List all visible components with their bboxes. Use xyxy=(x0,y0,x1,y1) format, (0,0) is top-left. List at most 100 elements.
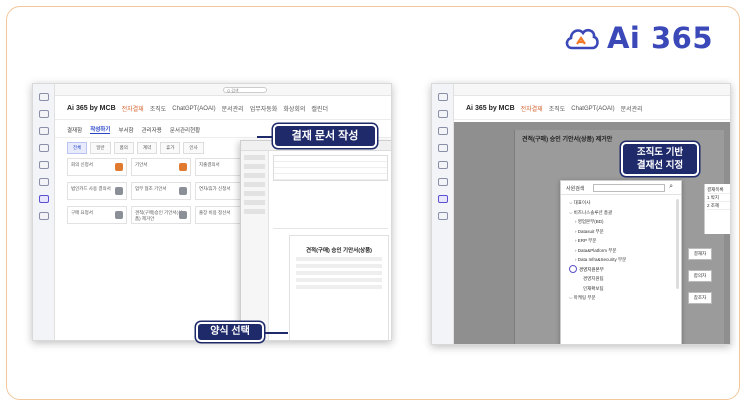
subnav-write[interactable]: 작성하기 xyxy=(90,125,111,134)
search-icon[interactable]: ⌕ xyxy=(669,183,673,191)
org-node[interactable]: ⌵ 마케팅 부문 xyxy=(565,293,677,303)
form-card-label: 연차/휴가 신청서 xyxy=(199,186,231,191)
left-sidebar xyxy=(432,84,454,344)
org-search-input[interactable] xyxy=(593,184,665,192)
mail-icon[interactable] xyxy=(437,110,448,118)
role-buttons: 결재자 합의자 참조자 xyxy=(688,248,712,304)
app-header: Ai 365 by MCB 전자결재 조직도 ChatGPT(AOAI) 문서관… xyxy=(55,98,391,120)
form-icon xyxy=(179,163,187,171)
org-node-selected[interactable]: 경영지원본부 xyxy=(565,265,677,275)
tab-leave[interactable]: 휴가 xyxy=(160,142,181,154)
search-input[interactable]: Q 검색 xyxy=(223,87,267,93)
approval-list-header: 결재목록 xyxy=(707,186,730,194)
nav-chatgpt[interactable]: ChatGPT(AOAI) xyxy=(172,106,215,112)
agreer-button[interactable]: 합의자 xyxy=(688,270,712,282)
apps-icon[interactable] xyxy=(38,212,49,220)
approval-line-table xyxy=(273,155,388,181)
nav-chatgpt[interactable]: ChatGPT(AOAI) xyxy=(571,106,614,112)
nav-automation[interactable]: 업무자동화 xyxy=(250,104,278,113)
document-icon[interactable] xyxy=(38,144,49,152)
editor-toolbar[interactable] xyxy=(273,221,388,229)
org-node[interactable]: ⌵ 비즈니스솔루션 총괄 xyxy=(565,208,677,218)
approval-list: 결재목록 1 박지 2 조혜 xyxy=(704,184,730,234)
form-icon xyxy=(115,211,123,219)
home-icon[interactable] xyxy=(437,93,448,101)
approver-button[interactable]: 결재자 xyxy=(688,248,712,260)
org-tree: ⌵ 대표이사 ⌵ 비즈니스솔루션 총괄 › 영업본부(BD) › Datasui… xyxy=(561,195,681,306)
org-scrollbar[interactable] xyxy=(676,199,679,289)
cloud-icon xyxy=(565,28,599,50)
tab-hr[interactable]: 인사 xyxy=(183,142,204,154)
approval-row[interactable]: 2 조혜 xyxy=(707,202,730,210)
form-card[interactable]: 기안서 xyxy=(131,158,191,176)
board-icon[interactable] xyxy=(437,178,448,186)
org-node[interactable]: › Data&Platform 부문 xyxy=(565,246,677,256)
approval-icon[interactable] xyxy=(437,195,448,203)
form-card-label: 회의 신청서 xyxy=(71,162,93,167)
document-editor-window: 견적(구매) 승인 기안서(상품) xyxy=(240,140,391,340)
org-chart-dialog: 사원검색 ⌕ ⌵ 대표이사 ⌵ 비즈니스솔루션 총괄 › 영업본부(BD) › … xyxy=(560,180,682,344)
org-node[interactable]: › ERP 부문 xyxy=(565,236,677,246)
callout-org-approval-line: 조직도 기반 결재선 지정 xyxy=(621,142,699,176)
form-card[interactable]: 회의 신청서 xyxy=(67,158,127,176)
form-card[interactable]: 법인카드 사용 결의서 xyxy=(67,182,127,200)
callout-write-document: 결재 문서 작성 xyxy=(273,124,377,148)
nav-meeting[interactable]: 화상회의 xyxy=(283,104,305,113)
nav-org[interactable]: 조직도 xyxy=(150,104,167,113)
screenshot-write-document: Q 검색 Ai 365 by MCB 전자결재 조직도 ChatGPT(AOAI… xyxy=(32,83,392,341)
org-node[interactable]: › Data Infra&Security 부문 xyxy=(565,255,677,265)
form-cards: 회의 신청서 기안서 지출결의서 법인카드 사용 결의서 업무 협조 기안서 연… xyxy=(67,158,257,224)
org-node[interactable]: 인재확보팀 xyxy=(565,284,677,294)
org-search-row: 사원검색 ⌕ xyxy=(561,181,681,195)
form-card-label: 출장 비용 정산서 xyxy=(199,210,231,215)
tab-general[interactable]: 일반 xyxy=(90,142,111,154)
org-search-label: 사원검색 xyxy=(566,186,585,192)
board-icon[interactable] xyxy=(38,178,49,186)
tab-all[interactable]: 전체 xyxy=(67,142,88,154)
calendar-icon[interactable] xyxy=(437,127,448,135)
home-icon[interactable] xyxy=(38,93,49,101)
form-icon xyxy=(115,163,123,171)
nav-approval[interactable]: 전자결재 xyxy=(122,104,144,113)
callout-pointer xyxy=(262,332,288,334)
form-category-tabs: 전체 일반 품의 계약 휴가 인사 xyxy=(67,142,204,154)
editor-side-panel xyxy=(241,151,269,340)
tab-proposal[interactable]: 품의 xyxy=(113,142,134,154)
apps-icon[interactable] xyxy=(437,212,448,220)
document-page[interactable]: 견적(구매) 승인 기안서(상품) xyxy=(289,235,389,340)
callout-select-form: 양식 선택 xyxy=(196,322,264,342)
mail-icon[interactable] xyxy=(38,110,49,118)
left-sidebar xyxy=(33,84,55,340)
subnav-admin[interactable]: 관리자용 xyxy=(142,126,162,134)
org-node[interactable]: › 영업본부(BD) xyxy=(565,217,677,227)
nav-approval[interactable]: 전자결재 xyxy=(521,104,543,113)
org-node[interactable]: 경영지원팀 xyxy=(565,274,677,284)
tab-contract[interactable]: 계약 xyxy=(136,142,158,154)
nav-org[interactable]: 조직도 xyxy=(549,104,566,113)
approval-icon[interactable] xyxy=(38,195,49,203)
brand-logo: Ai 365 xyxy=(563,21,713,55)
subnav-dept[interactable]: 부서함 xyxy=(118,126,133,134)
calendar-icon[interactable] xyxy=(38,127,49,135)
form-icon xyxy=(179,187,187,195)
nav-docs[interactable]: 문서관리 xyxy=(621,104,643,113)
org-node[interactable]: › Datasuit 부문 xyxy=(565,227,677,237)
top-bar xyxy=(454,84,730,96)
app-header: Ai 365 by MCB 전자결재 조직도 ChatGPT(AOAI) 문서관… xyxy=(454,98,730,120)
contacts-icon[interactable] xyxy=(38,161,49,169)
outer-frame: Ai 365 Q 검색 Ai 365 by MCB 전자결재 조직도 ChatG… xyxy=(6,6,740,400)
reference-button[interactable]: 참조자 xyxy=(688,292,712,304)
form-icon xyxy=(115,187,123,195)
document-icon[interactable] xyxy=(437,144,448,152)
form-card[interactable]: 견적(구매)승인 기안서(상품) 제거안 xyxy=(131,206,191,224)
nav-calendar[interactable]: 캘린더 xyxy=(311,104,328,113)
approval-row[interactable]: 1 박지 xyxy=(707,194,730,202)
subnav-status[interactable]: 문서관리현황 xyxy=(170,126,200,134)
subnav-inbox[interactable]: 결재함 xyxy=(67,126,82,134)
form-card[interactable]: 구매 요청서 xyxy=(67,206,127,224)
nav-docs[interactable]: 문서관리 xyxy=(222,104,244,113)
org-node[interactable]: ⌵ 대표이사 xyxy=(565,198,677,208)
form-card-label: 기안서 xyxy=(135,162,148,167)
contacts-icon[interactable] xyxy=(437,161,448,169)
form-card[interactable]: 업무 협조 기안서 xyxy=(131,182,191,200)
